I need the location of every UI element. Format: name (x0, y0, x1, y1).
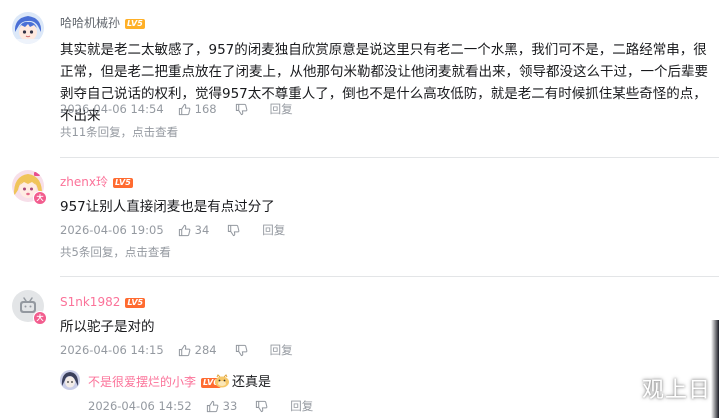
divider (60, 157, 719, 158)
thumbs-down-icon (235, 103, 247, 115)
avatar[interactable]: 大 (12, 170, 47, 205)
thumbs-up-icon (178, 344, 191, 356)
username-text[interactable]: 不是很爱摆烂的小李 (88, 375, 196, 389)
sub-reply-text: 还真是 (214, 371, 271, 390)
thumbs-up-icon (206, 400, 219, 412)
like-count: 284 (194, 343, 217, 357)
comment-meta: 2026-04-06 14:15 284 回复 (60, 342, 311, 358)
comment-text: 957让别人直接闭麦也是有点过分了 (60, 199, 275, 215)
thumbs-up-icon (178, 103, 191, 115)
divider (60, 276, 719, 277)
replies-count: 共5条回复， (60, 245, 125, 259)
comment-date: 2026-04-06 19:05 (60, 223, 164, 237)
comment-date: 2026-04-06 14:15 (60, 343, 164, 357)
thumbs-down-icon (235, 344, 247, 356)
comment-meta: 2026-04-06 19:05 34 回复 (60, 222, 303, 238)
sub-reply-text-content: 还真是 (232, 375, 272, 390)
like-button[interactable]: 284 (178, 343, 217, 357)
thumbs-down-icon (228, 224, 240, 236)
like-button[interactable]: 33 (206, 399, 238, 413)
watermark: 观上日 (641, 378, 711, 403)
reply-button[interactable]: 回复 (262, 222, 285, 238)
replies-summary: 共5条回复，点击查看 (60, 244, 171, 260)
view-more-link[interactable]: 点击查看 (132, 125, 178, 139)
reply-button[interactable]: 回复 (270, 101, 293, 117)
comment-date: 2026-04-06 14:52 (88, 399, 192, 413)
thumbs-down-icon (256, 400, 268, 412)
like-count: 168 (194, 102, 217, 116)
username[interactable]: S1nk1982 LV5 (60, 295, 146, 309)
sub-reply-meta: 2026-04-06 14:52 33 回复 (88, 398, 331, 414)
level-badge: LV5 (113, 178, 133, 188)
comment-text: 所以驼子是对的 (60, 319, 155, 335)
replies-summary: 共11条回复，点击查看 (60, 124, 178, 140)
level-badge: LV5 (125, 19, 145, 29)
dislike-button[interactable] (255, 400, 272, 413)
sub-reply-avatar[interactable] (60, 370, 80, 390)
username[interactable]: 哈哈机械孙 LV5 (60, 14, 145, 31)
comment-meta: 2026-04-06 14:54 168 回复 (60, 101, 311, 117)
level-badge: LV5 (125, 298, 146, 308)
dislike-button[interactable] (235, 103, 252, 116)
username-text[interactable]: S1nk1982 (60, 295, 120, 309)
dislike-button[interactable] (235, 344, 252, 357)
verified-badge-icon: 大 (33, 191, 47, 205)
video-edge (711, 320, 719, 418)
like-button[interactable]: 34 (178, 223, 210, 237)
avatar-anime-icon (60, 370, 80, 390)
username-text[interactable]: zhenx玲 (60, 175, 108, 189)
thumbs-up-icon (178, 224, 191, 236)
replies-count: 共11条回复， (60, 125, 133, 139)
avatar[interactable]: 大 (12, 290, 47, 325)
like-button[interactable]: 168 (178, 102, 217, 116)
emoji-doge-icon (215, 374, 229, 388)
reply-button[interactable]: 回复 (290, 398, 313, 414)
username[interactable]: zhenx玲 LV5 (60, 173, 133, 190)
view-more-link[interactable]: 点击查看 (125, 245, 171, 259)
dislike-button[interactable] (227, 224, 244, 237)
verified-badge-icon: 大 (33, 311, 47, 325)
avatar[interactable] (12, 12, 44, 44)
avatar-anime-girl-icon (12, 12, 44, 44)
like-count: 34 (194, 223, 210, 237)
reply-button[interactable]: 回复 (270, 342, 293, 358)
like-count: 33 (222, 399, 238, 413)
comment-date: 2026-04-06 14:54 (60, 102, 164, 116)
username-text[interactable]: 哈哈机械孙 (60, 16, 120, 30)
sub-reply-username[interactable]: 不是很爱摆烂的小李 LV6 (88, 373, 221, 390)
